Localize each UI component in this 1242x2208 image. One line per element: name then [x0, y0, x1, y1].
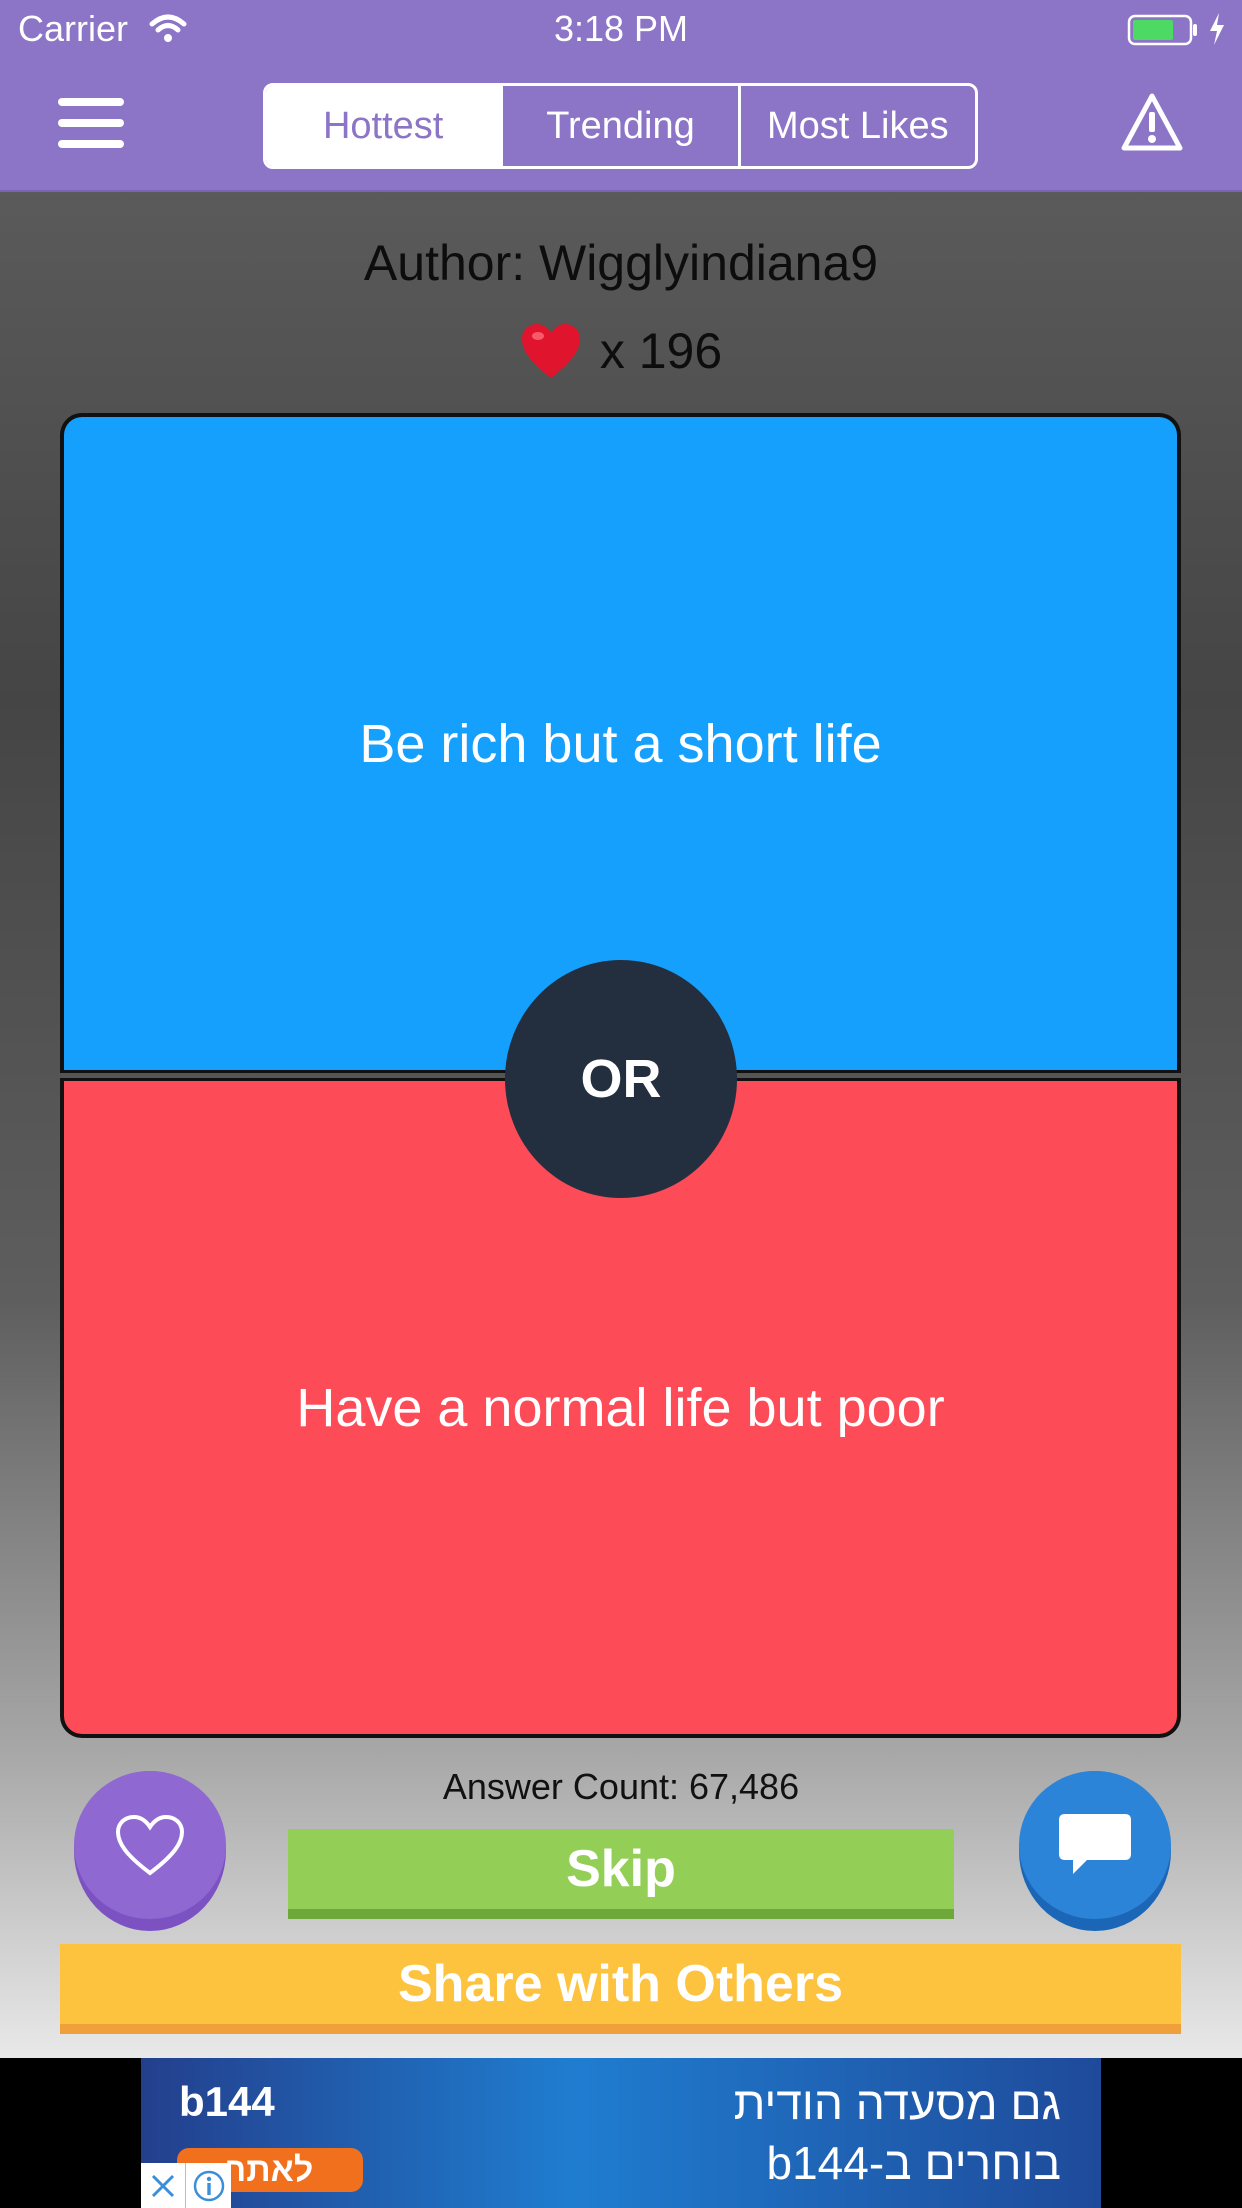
skip-button[interactable]: Skip — [288, 1829, 954, 1919]
option-a-text: Be rich but a short life — [359, 713, 882, 774]
tab-most-likes[interactable]: Most Likes — [737, 86, 975, 166]
option-b-text: Have a normal life but poor — [296, 1377, 945, 1438]
likes-text: x 196 — [599, 323, 723, 379]
heart-outline-icon — [115, 1814, 185, 1876]
share-button[interactable]: Share with Others — [60, 1944, 1181, 2034]
heart-icon — [521, 324, 580, 378]
or-badge: OR — [505, 960, 737, 1198]
author-label: Author: Wigglyindiana9 — [363, 235, 879, 291]
charging-bolt-icon — [1210, 13, 1224, 45]
status-time: 3:18 PM — [553, 8, 689, 49]
ad-brand: b144 — [179, 2078, 275, 2125]
sort-segmented-control: Hottest Trending Most Likes — [263, 83, 978, 169]
tab-hottest[interactable]: Hottest — [266, 86, 501, 166]
battery-icon — [1127, 14, 1197, 46]
ad-close-icon[interactable] — [141, 2163, 186, 2208]
like-button[interactable] — [74, 1771, 226, 1931]
ad-subline: בוחרים ב-b144 — [766, 2137, 1062, 2189]
likes-count: x 196 — [0, 322, 1242, 380]
tab-trending[interactable]: Trending — [500, 86, 737, 166]
speech-bubble-icon — [1059, 1814, 1131, 1874]
warning-triangle-icon[interactable] — [1120, 92, 1184, 152]
ad-banner[interactable]: b144 לאתר גם מסעדה הודית בוחרים ב-b144 — [141, 2058, 1101, 2208]
ad-info-icon[interactable] — [186, 2163, 231, 2208]
hamburger-icon[interactable] — [58, 98, 124, 148]
ad-headline: גם מסעדה הודית — [733, 2077, 1061, 2129]
comment-button[interactable] — [1019, 1771, 1171, 1931]
